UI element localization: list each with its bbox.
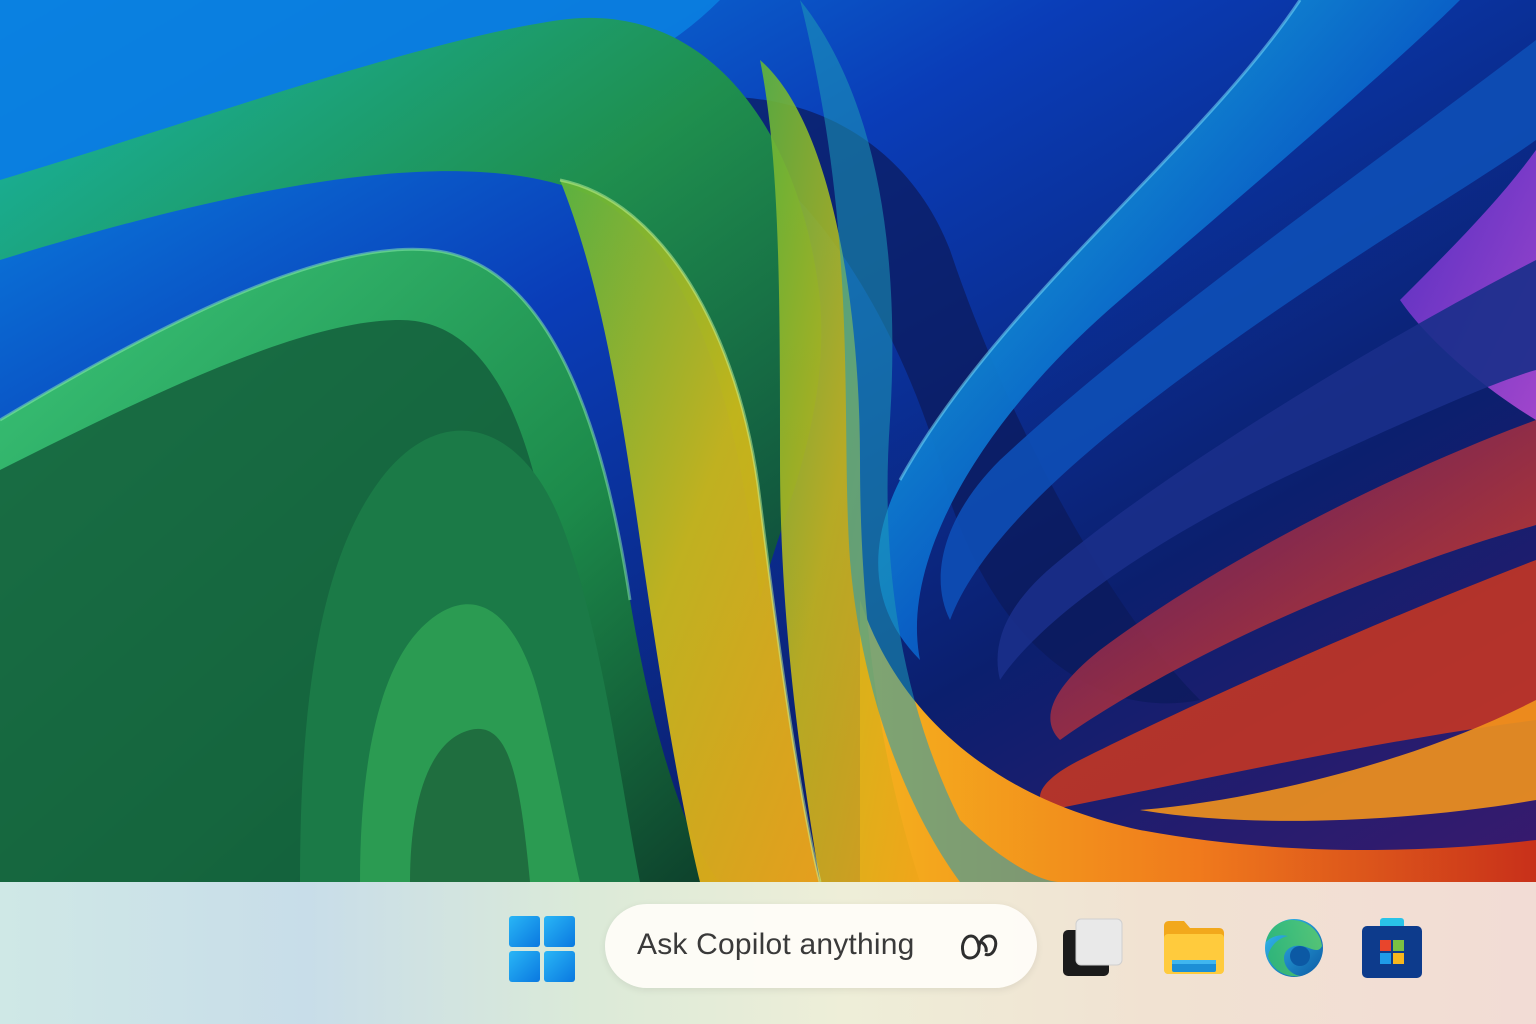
taskbar: Ask Copilot anything bbox=[0, 882, 1536, 1024]
task-view-icon[interactable] bbox=[1060, 916, 1124, 980]
file-explorer-icon[interactable] bbox=[1162, 916, 1226, 980]
copilot-search-placeholder: Ask Copilot anything bbox=[637, 928, 915, 961]
start-button[interactable] bbox=[509, 916, 575, 982]
desktop: Ask Copilot anything bbox=[0, 0, 1536, 1024]
copilot-icon[interactable] bbox=[957, 930, 1001, 962]
copilot-search-box[interactable]: Ask Copilot anything bbox=[605, 904, 1037, 988]
desktop-wallpaper bbox=[0, 0, 1536, 882]
edge-browser-icon[interactable] bbox=[1262, 916, 1326, 980]
microsoft-store-icon[interactable] bbox=[1360, 916, 1424, 980]
